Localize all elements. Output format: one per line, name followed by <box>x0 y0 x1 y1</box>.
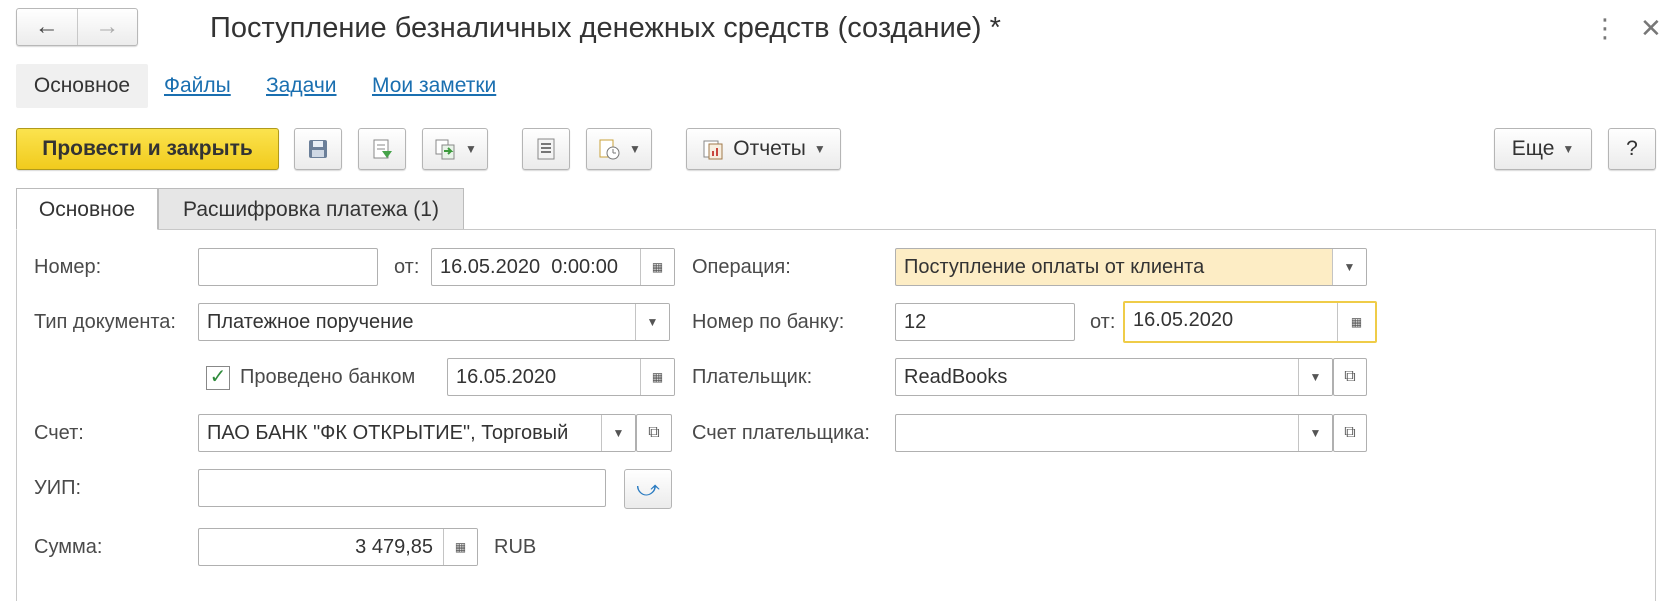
tab-main[interactable]: Основное <box>16 64 148 108</box>
number-field[interactable] <box>198 248 378 286</box>
dropdown-arrow-icon: ▼ <box>813 142 826 156</box>
create-based-on-icon <box>435 139 455 160</box>
tab-payment-breakdown[interactable]: Расшифровка платежа (1) <box>158 188 464 230</box>
open-form-icon[interactable]: ⧉ <box>1333 358 1367 396</box>
save-button[interactable] <box>294 128 342 170</box>
bank-posted-checkbox[interactable]: ✓ <box>206 366 230 390</box>
calendar-icon[interactable]: ▦ <box>640 249 674 285</box>
tab-form-main[interactable]: Основное <box>16 188 158 230</box>
doc-type-label: Тип документа: <box>34 311 176 333</box>
attachments-icon <box>599 139 620 160</box>
reports-label: Отчеты <box>733 137 806 160</box>
arrow-right-icon: → <box>95 13 120 40</box>
dropdown-arrow-icon[interactable]: ▼ <box>1298 415 1332 451</box>
bank-date-value: 16.05.2020 <box>1133 309 1234 331</box>
calendar-icon[interactable]: ▦ <box>640 359 674 395</box>
open-form-icon[interactable]: ⧉ <box>1333 414 1367 452</box>
uip-label: УИП: <box>34 477 82 499</box>
list-icon <box>537 138 555 160</box>
bank-date-from-label: от: <box>1090 311 1116 333</box>
history-nav: ← → <box>16 8 138 46</box>
account-label: Счет: <box>34 422 84 444</box>
date-from-label: от: <box>394 256 420 278</box>
sum-field[interactable]: 3 479,85 ▦ <box>198 528 478 566</box>
dropdown-arrow-icon[interactable]: ▼ <box>1332 249 1366 285</box>
post-and-close-button[interactable]: Провести и закрыть <box>16 128 279 170</box>
close-icon[interactable]: ✕ <box>1640 8 1662 48</box>
dropdown-arrow-icon[interactable]: ▼ <box>635 304 669 340</box>
account-select[interactable]: ПАО БАНК "ФК ОТКРЫТИЕ", Торговый ▼ <box>198 414 636 452</box>
refresh-uip-button[interactable]: ⤻ <box>624 469 672 509</box>
save-icon <box>309 140 327 158</box>
forward-button[interactable]: → <box>76 9 138 45</box>
number-label: Номер: <box>34 256 102 278</box>
bank-date-field[interactable]: 16.05.2020 ▦ <box>1123 301 1377 343</box>
list-button[interactable] <box>522 128 570 170</box>
date-value: 16.05.2020 0:00:00 <box>440 256 618 278</box>
sum-label: Сумма: <box>34 536 103 558</box>
refresh-arrow-icon: ⤻ <box>636 476 660 501</box>
reports-button[interactable]: Отчеты ▼ <box>686 128 841 170</box>
date-field[interactable]: 16.05.2020 0:00:00 ▦ <box>431 248 675 286</box>
dropdown-arrow-icon: ▼ <box>629 142 641 156</box>
bank-number-field[interactable]: 12 <box>895 303 1075 341</box>
more-button[interactable]: Еще ▼ <box>1494 128 1592 170</box>
calendar-icon[interactable]: ▦ <box>1337 303 1375 341</box>
open-form-icon[interactable]: ⧉ <box>636 414 672 452</box>
doc-type-select[interactable]: Платежное поручение ▼ <box>198 303 670 341</box>
payer-account-select[interactable]: ▼ <box>895 414 1333 452</box>
create-based-on-button[interactable]: ▼ <box>422 128 488 170</box>
bank-posted-label: Проведено банком <box>240 366 416 388</box>
operation-select[interactable]: Поступление оплаты от клиента ▼ <box>895 248 1367 286</box>
operation-value: Поступление оплаты от клиента <box>904 256 1205 278</box>
tab-my-notes[interactable]: Мои заметки <box>372 64 496 108</box>
bank-number-label: Номер по банку: <box>692 311 845 333</box>
payer-value: ReadBooks <box>904 366 1008 388</box>
calculator-icon[interactable]: ▦ <box>443 529 477 565</box>
dropdown-arrow-icon: ▼ <box>1562 142 1575 156</box>
dropdown-arrow-icon[interactable]: ▼ <box>601 415 635 451</box>
dropdown-arrow-icon: ▼ <box>465 142 477 156</box>
doc-type-value: Платежное поручение <box>207 311 414 333</box>
currency-label: RUB <box>494 536 537 558</box>
help-button[interactable]: ? <box>1608 128 1656 170</box>
more-label: Еще <box>1511 137 1555 160</box>
post-button[interactable] <box>358 128 406 170</box>
reports-icon <box>703 140 723 160</box>
dropdown-arrow-icon[interactable]: ▼ <box>1298 359 1332 395</box>
operation-label: Операция: <box>692 256 791 278</box>
account-value: ПАО БАНК "ФК ОТКРЫТИЕ", Торговый <box>207 422 569 444</box>
uip-field[interactable] <box>198 469 606 507</box>
window-title: Поступление безналичных денежных средств… <box>210 12 1001 44</box>
attachments-button[interactable]: ▼ <box>586 128 652 170</box>
kebab-menu-icon[interactable]: ⋮ <box>1592 8 1618 48</box>
tab-files[interactable]: Файлы <box>164 64 231 108</box>
post-document-icon <box>373 139 392 159</box>
back-button[interactable]: ← <box>17 9 77 45</box>
checkmark-icon: ✓ <box>206 366 230 390</box>
tab-tasks[interactable]: Задачи <box>266 64 337 108</box>
payer-account-label: Счет плательщика: <box>692 422 870 444</box>
bank-posted-date-value: 16.05.2020 <box>456 366 557 388</box>
payer-label: Плательщик: <box>692 366 813 388</box>
payer-select[interactable]: ReadBooks ▼ <box>895 358 1333 396</box>
bank-posted-date-field[interactable]: 16.05.2020 ▦ <box>447 358 675 396</box>
sum-value: 3 479,85 <box>355 536 433 558</box>
arrow-left-icon: ← <box>34 13 59 40</box>
